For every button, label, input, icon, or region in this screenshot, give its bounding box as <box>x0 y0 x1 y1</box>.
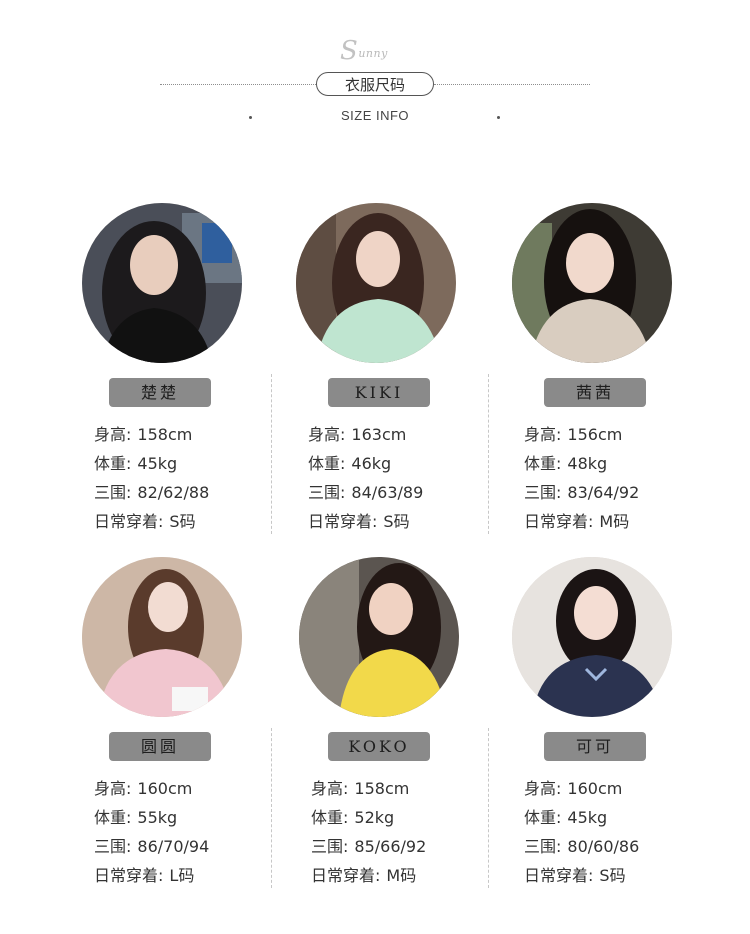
decor-dot-right <box>497 116 500 119</box>
page-header: Sunny 衣服尺码 SIZE INFO <box>0 0 750 150</box>
size-value: M码 <box>386 866 417 885</box>
measurements-value: 86/70/94 <box>137 837 210 856</box>
model-name-tag: 可可 <box>544 732 646 761</box>
model-name-tag: 茜茜 <box>544 378 646 407</box>
decor-dot-left <box>249 116 252 119</box>
header-divider-right <box>434 84 590 85</box>
model-name-tag: KOKO <box>328 732 430 761</box>
page-title: 衣服尺码 <box>316 72 434 96</box>
height-value: 160cm <box>567 779 623 798</box>
weight-value: 45kg <box>137 454 178 473</box>
model-photo <box>82 203 242 363</box>
measurements-value: 85/66/92 <box>354 837 427 856</box>
size-value: M码 <box>599 512 630 531</box>
model-name-tag: 圆圆 <box>109 732 211 761</box>
weight-value: 52kg <box>354 808 395 827</box>
weight-value: 55kg <box>137 808 178 827</box>
height-value: 158cm <box>354 779 410 798</box>
height-value: 156cm <box>567 425 623 444</box>
model-stats: 身高: 160cm 体重: 45kg 三围: 80/60/86 日常穿着: S码 <box>524 774 724 890</box>
page-subtitle: SIZE INFO <box>340 108 410 123</box>
header-divider-left <box>160 84 318 85</box>
model-photo <box>512 557 672 717</box>
model-stats: 身高: 158cm 体重: 45kg 三围: 82/62/88 日常穿着: S码 <box>94 420 294 536</box>
height-value: 160cm <box>137 779 193 798</box>
weight-value: 46kg <box>351 454 392 473</box>
model-name-tag: KIKI <box>328 378 430 407</box>
model-photo <box>299 557 459 717</box>
model-stats: 身高: 163cm 体重: 46kg 三围: 84/63/89 日常穿着: S码 <box>308 420 508 536</box>
weight-value: 45kg <box>567 808 608 827</box>
size-value: L码 <box>169 866 195 885</box>
model-photo <box>512 203 672 363</box>
weight-value: 48kg <box>567 454 608 473</box>
measurements-value: 84/63/89 <box>351 483 424 502</box>
measurements-value: 80/60/86 <box>567 837 640 856</box>
model-name-tag: 楚楚 <box>109 378 211 407</box>
model-stats: 身高: 156cm 体重: 48kg 三围: 83/64/92 日常穿着: M码 <box>524 420 724 536</box>
model-photo <box>82 557 242 717</box>
height-value: 158cm <box>137 425 193 444</box>
size-value: S码 <box>169 512 196 531</box>
model-photo <box>296 203 456 363</box>
measurements-value: 83/64/92 <box>567 483 640 502</box>
size-value: S码 <box>383 512 410 531</box>
measurements-value: 82/62/88 <box>137 483 210 502</box>
size-value: S码 <box>599 866 626 885</box>
model-stats: 身高: 158cm 体重: 52kg 三围: 85/66/92 日常穿着: M码 <box>311 774 511 890</box>
height-value: 163cm <box>351 425 407 444</box>
model-stats: 身高: 160cm 体重: 55kg 三围: 86/70/94 日常穿着: L码 <box>94 774 294 890</box>
brand-logo: Sunny <box>340 36 388 66</box>
